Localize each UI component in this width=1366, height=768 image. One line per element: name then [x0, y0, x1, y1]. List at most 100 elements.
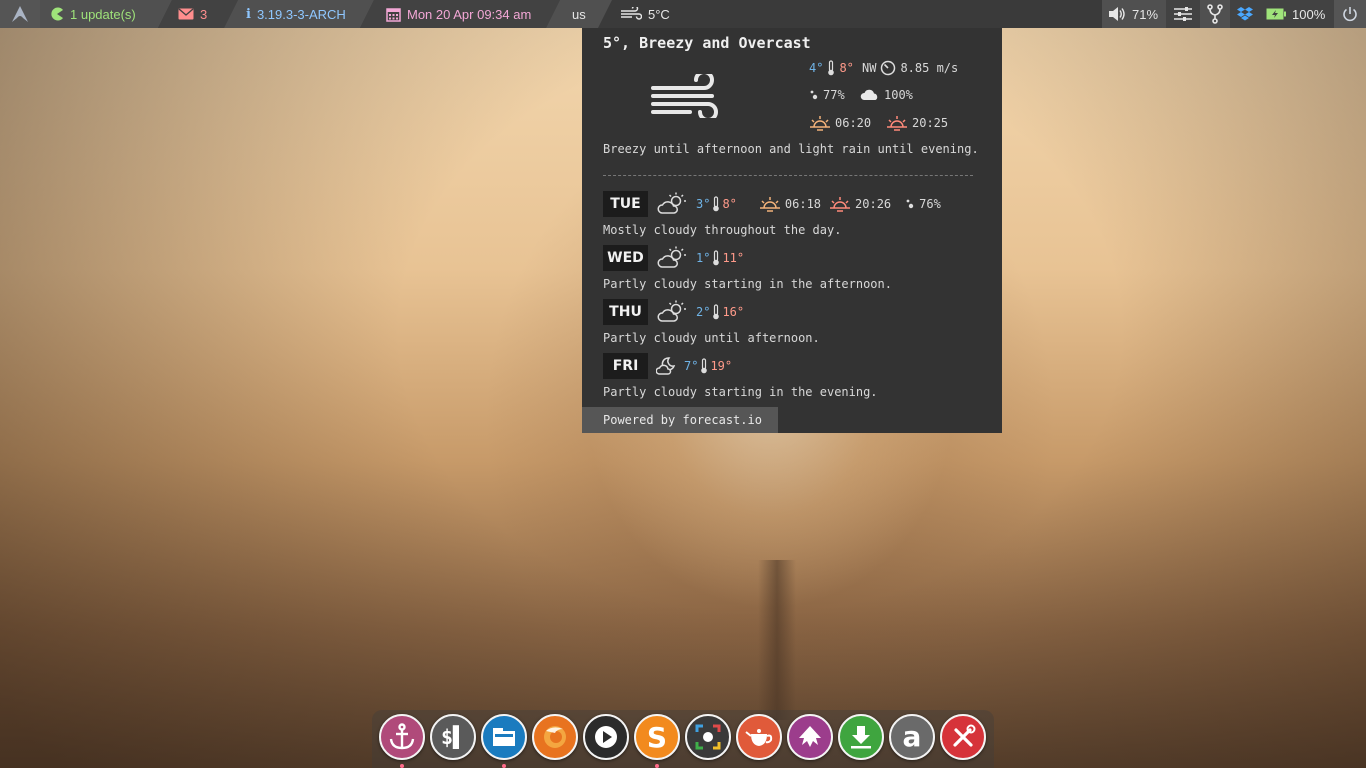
day-temp-max: 8° — [722, 197, 737, 211]
mail-indicator[interactable]: 3 — [158, 0, 238, 28]
sunset-icon — [887, 116, 907, 131]
anchor-icon — [389, 723, 415, 750]
download-icon — [851, 726, 871, 749]
thermometer-icon — [713, 304, 720, 320]
battery-indicator[interactable]: 100% — [1260, 0, 1334, 28]
dock-anchor-launcher[interactable] — [379, 714, 425, 760]
firefox-icon — [544, 726, 566, 748]
current-sunrise: 06:20 — [809, 114, 871, 132]
sliders-icon — [1174, 7, 1192, 21]
wind-speed: 8.85 m/s — [900, 61, 959, 75]
weather-title: 5°, Breezy and Overcast — [603, 34, 811, 52]
dropbox-button[interactable] — [1230, 0, 1260, 28]
current-humidity: 77% — [809, 88, 845, 102]
dock-teapot-launcher[interactable] — [736, 714, 782, 760]
datetime-label: Mon 20 Apr 09:34 am — [407, 6, 532, 22]
battery-icon — [1266, 8, 1286, 20]
sunrise-icon — [810, 116, 830, 131]
day-temp-range: 2° 16° — [696, 304, 744, 320]
partly-cloudy-night-icon — [656, 357, 676, 375]
git-fork-button[interactable] — [1200, 0, 1230, 28]
running-indicator — [655, 764, 659, 768]
amazon-icon: a — [902, 720, 922, 753]
tue-sunset: 20:26 — [829, 195, 891, 213]
day-temp-min: 7° — [684, 359, 699, 373]
cloud-cover-value: 100% — [884, 88, 913, 102]
mail-icon — [178, 8, 194, 20]
day-temp-min: 2° — [696, 305, 711, 319]
tue-sunrise-time: 06:18 — [784, 197, 822, 211]
day-temp-max: 11° — [722, 251, 745, 265]
weather-indicator[interactable]: 5°C — [616, 0, 696, 28]
dock-inkscape-launcher[interactable] — [787, 714, 833, 760]
day-label: FRI — [603, 353, 648, 379]
current-temp-min: 4° — [809, 61, 824, 75]
weather-panel-temp: 5°C — [648, 6, 670, 22]
thermometer-icon — [713, 196, 720, 212]
powered-by-link[interactable]: Powered by forecast.io — [582, 407, 778, 433]
dock-settings-launcher[interactable] — [940, 714, 986, 760]
mixer-button[interactable] — [1166, 0, 1200, 28]
power-button[interactable] — [1334, 0, 1366, 28]
dock-download-launcher[interactable] — [838, 714, 884, 760]
tue-sunrise: 06:18 — [759, 195, 821, 213]
sunset-time: 20:25 — [912, 116, 949, 130]
partly-cloudy-icon — [657, 192, 686, 214]
current-sunset: 20:25 — [886, 114, 948, 132]
dock-amazon-launcher[interactable]: a — [889, 714, 935, 760]
volume-indicator[interactable]: 71% — [1102, 0, 1166, 28]
day-description: Mostly cloudy throughout the day. — [603, 223, 842, 237]
thermometer-icon — [828, 60, 835, 76]
kernel-indicator[interactable]: i 3.19.3-3-ARCH — [224, 0, 374, 28]
dock-file-manager-launcher[interactable] — [481, 714, 527, 760]
day-label: WED — [603, 245, 648, 271]
dock-screenshot-launcher[interactable] — [685, 714, 731, 760]
tue-humidity: 76% — [905, 197, 941, 211]
day-temp-max: 16° — [722, 305, 745, 319]
forecast-row-tue: TUE 3° 8° 06:18 20:26 76% — [603, 191, 941, 217]
kernel-label: 3.19.3-3-ARCH — [256, 6, 346, 22]
day-temp-range: 1° 11° — [696, 250, 744, 266]
day-temp-max: 19° — [710, 359, 733, 373]
keyboard-layout-label: us — [572, 6, 586, 22]
sunset-icon — [830, 197, 851, 212]
humidity-drops-icon — [906, 199, 914, 209]
arch-logo-icon — [12, 6, 28, 22]
arch-logo-button[interactable] — [0, 0, 40, 28]
updates-indicator[interactable]: 1 update(s) — [40, 0, 172, 28]
weather-popup: 5°, Breezy and Overcast 4° 8° NW 8.85 m/… — [582, 28, 1002, 433]
top-panel: 1 update(s) 3 i 3.19.3-3-ARCH Mon 20 Apr… — [0, 0, 1366, 28]
speaker-icon — [1109, 7, 1125, 21]
compass-icon — [881, 60, 896, 76]
day-description: Partly cloudy until afternoon. — [603, 331, 820, 345]
wind-icon — [621, 7, 642, 20]
tue-sunset-time: 20:26 — [855, 197, 892, 211]
dock-media-player-launcher[interactable] — [583, 714, 629, 760]
partly-cloudy-icon — [657, 246, 686, 268]
humidity-value: 77% — [823, 88, 845, 102]
running-indicator — [502, 764, 506, 768]
calendar-icon — [386, 7, 401, 22]
day-label: THU — [603, 299, 648, 325]
updates-label: 1 update(s) — [70, 6, 136, 22]
current-temp-range: 4° 8° — [809, 60, 854, 76]
dock-terminal-launcher[interactable]: $▌ — [430, 714, 476, 760]
dock-sublime-launcher[interactable]: S — [634, 714, 680, 760]
thermometer-icon — [701, 358, 708, 374]
clock-indicator[interactable]: Mon 20 Apr 09:34 am — [360, 0, 560, 28]
forecast-row-wed: WED 1° 11° — [603, 245, 744, 271]
settings-tools-icon — [953, 724, 976, 747]
partly-cloudy-icon — [657, 300, 686, 322]
wind-direction: NW — [862, 61, 877, 75]
terminal-icon: $▌ — [440, 725, 466, 749]
day-label: TUE — [603, 191, 648, 217]
media-player-icon — [595, 726, 617, 748]
tue-humidity-value: 76% — [919, 197, 941, 211]
sunrise-time: 06:20 — [835, 116, 872, 130]
current-wind: NW 8.85 m/s — [862, 60, 958, 76]
forecast-row-thu: THU 2° 16° — [603, 299, 744, 325]
current-temp-max: 8° — [839, 61, 854, 75]
wind-large-icon — [651, 74, 718, 118]
dock-firefox-launcher[interactable] — [532, 714, 578, 760]
pacman-icon — [50, 7, 64, 21]
